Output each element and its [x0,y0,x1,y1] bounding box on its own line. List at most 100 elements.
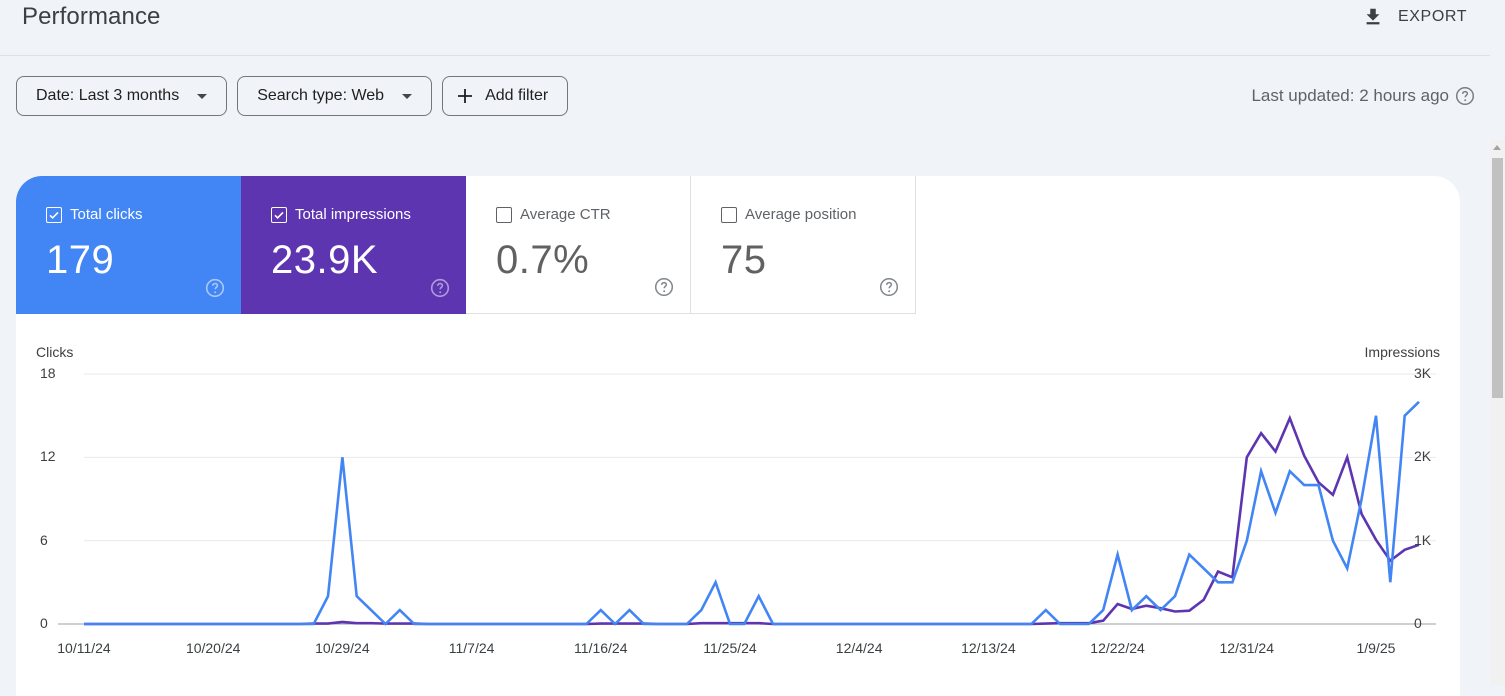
data-point-clicks[interactable] [915,622,919,626]
data-point-clicks[interactable] [1029,622,1033,626]
data-point-clicks[interactable] [197,622,201,626]
scrollbar-thumb[interactable] [1492,158,1503,398]
data-point-clicks[interactable] [1317,483,1321,487]
data-point-clicks[interactable] [900,622,904,626]
date-filter-chip[interactable]: Date: Last 3 months [16,76,228,116]
data-point-clicks[interactable] [872,622,876,626]
data-point-clicks[interactable] [1216,580,1220,584]
data-point-clicks[interactable] [1015,622,1019,626]
checkbox-checked-icon[interactable] [46,206,62,223]
data-point-clicks[interactable] [1159,608,1163,612]
series-line-clicks[interactable] [84,400,1420,626]
data-point-impressions[interactable] [1044,622,1048,626]
data-point-impressions[interactable] [1345,455,1349,459]
data-point-clicks[interactable] [627,608,631,612]
performance-chart[interactable]: Clicks Impressions 0 0 6 1K 12 2K 18 3K 10/11/24… [16,334,1460,696]
data-point-clicks[interactable] [125,622,129,626]
data-point-clicks[interactable] [82,622,86,626]
data-point-clicks[interactable] [398,608,402,612]
data-point-impressions[interactable] [1331,493,1335,497]
data-point-impressions[interactable] [1101,619,1105,623]
data-point-clicks[interactable] [1173,594,1177,598]
data-point-clicks[interactable] [154,622,158,626]
data-point-clicks[interactable] [785,622,789,626]
data-point-clicks[interactable] [1245,539,1249,543]
data-point-clicks[interactable] [369,608,373,612]
data-point-clicks[interactable] [1101,608,1105,612]
data-point-impressions[interactable] [369,621,373,625]
data-point-clicks[interactable] [1273,511,1277,515]
data-point-clicks[interactable] [96,622,100,626]
data-point-clicks[interactable] [857,622,861,626]
data-point-impressions[interactable] [1245,455,1249,459]
checkbox-unchecked-icon[interactable] [721,206,737,223]
data-point-clicks[interactable] [297,622,301,626]
data-point-clicks[interactable] [1187,553,1191,557]
series-line-impressions[interactable] [84,414,1420,626]
data-point-clicks[interactable] [642,622,646,626]
scroll-up-arrow-icon[interactable] [1493,145,1501,150]
data-point-clicks[interactable] [513,622,517,626]
data-point-clicks[interactable] [1288,469,1292,473]
help-icon[interactable] [430,278,450,298]
data-point-clicks[interactable] [599,608,603,612]
page-scrollbar[interactable] [1490,140,1505,685]
data-point-clicks[interactable] [340,455,344,459]
data-point-clicks[interactable] [139,622,143,626]
data-point-clicks[interactable] [355,594,359,598]
data-point-clicks[interactable] [757,594,761,598]
data-point-clicks[interactable] [1374,414,1378,418]
data-point-clicks[interactable] [843,622,847,626]
data-point-impressions[interactable] [627,622,631,626]
data-point-clicks[interactable] [699,608,703,612]
data-point-clicks[interactable] [1202,566,1206,570]
data-point-impressions[interactable] [699,621,703,625]
data-point-impressions[interactable] [714,621,718,625]
data-point-clicks[interactable] [929,622,933,626]
data-point-impressions[interactable] [1202,598,1206,602]
help-icon[interactable] [205,278,225,298]
data-point-clicks[interactable] [1331,539,1335,543]
data-point-clicks[interactable] [771,622,775,626]
data-point-clicks[interactable] [1087,622,1091,626]
search-type-filter-chip[interactable]: Search type: Web [237,76,433,116]
data-point-clicks[interactable] [742,622,746,626]
data-point-clicks[interactable] [412,622,416,626]
metric-total-impressions[interactable]: Total impressions 23.9K [241,176,466,314]
help-icon[interactable] [879,277,899,297]
metric-average-position[interactable]: Average position 75 [691,176,916,314]
data-point-clicks[interactable] [1044,608,1048,612]
help-icon[interactable] [654,277,674,297]
data-point-clicks[interactable] [1058,622,1062,626]
data-point-impressions[interactable] [1173,610,1177,614]
data-point-clicks[interactable] [958,622,962,626]
export-button[interactable]: EXPORT [1362,2,1467,32]
data-point-impressions[interactable] [340,620,344,624]
data-point-clicks[interactable] [814,622,818,626]
data-point-clicks[interactable] [1403,414,1407,418]
data-point-clicks[interactable] [656,622,660,626]
data-point-impressions[interactable] [326,622,330,626]
data-point-clicks[interactable] [728,622,732,626]
data-point-clicks[interactable] [283,622,287,626]
data-point-clicks[interactable] [383,622,387,626]
data-point-impressions[interactable] [398,622,402,626]
data-point-clicks[interactable] [182,622,186,626]
data-point-clicks[interactable] [254,622,258,626]
data-point-clicks[interactable] [1144,594,1148,598]
data-point-impressions[interactable] [1187,609,1191,613]
data-point-clicks[interactable] [1230,580,1234,584]
data-point-clicks[interactable] [972,622,976,626]
help-icon[interactable] [1455,86,1475,106]
data-point-clicks[interactable] [441,622,445,626]
data-point-clicks[interactable] [584,622,588,626]
data-point-clicks[interactable] [1130,608,1134,612]
add-filter-button[interactable]: Add filter [442,76,569,116]
data-point-clicks[interactable] [1417,400,1421,404]
data-point-clicks[interactable] [1345,566,1349,570]
data-point-clicks[interactable] [1259,469,1263,473]
data-point-impressions[interactable] [1259,431,1263,435]
data-point-clicks[interactable] [111,622,115,626]
data-point-clicks[interactable] [240,622,244,626]
data-point-impressions[interactable] [1116,602,1120,606]
